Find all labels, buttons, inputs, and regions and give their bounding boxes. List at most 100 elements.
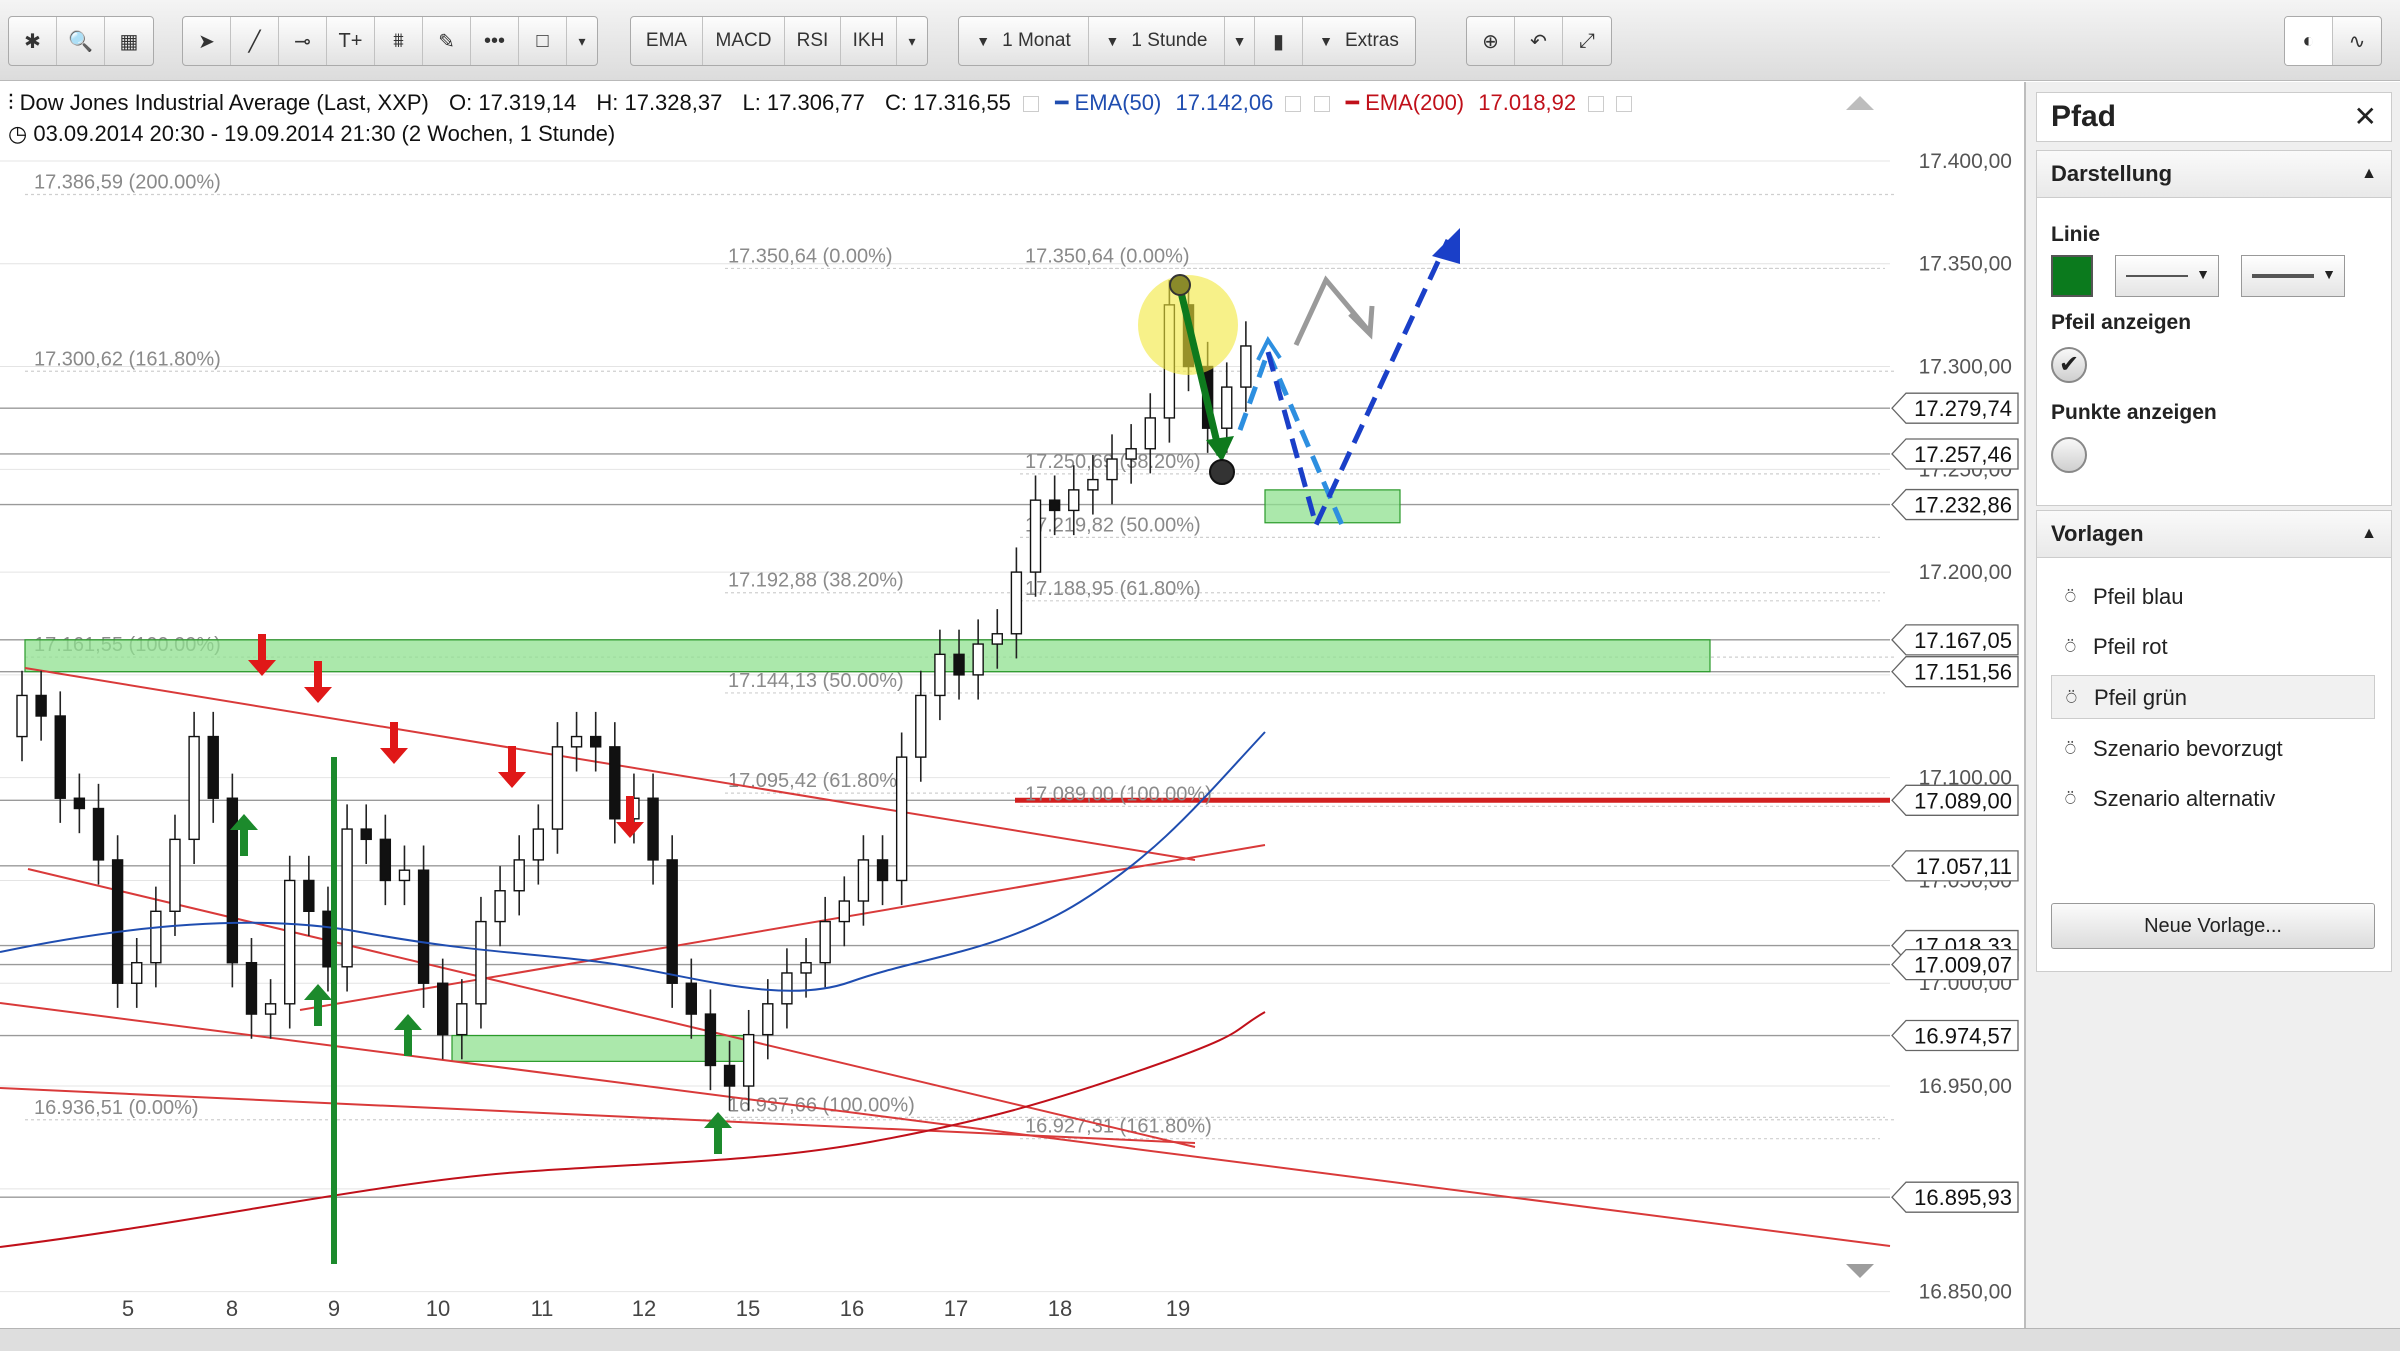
check-icon: ✔: [2058, 351, 2080, 378]
zoom-icon[interactable]: ⊕: [1467, 17, 1515, 65]
collapse-icon[interactable]: ▲: [2361, 151, 2377, 197]
macd-button[interactable]: MACD: [703, 17, 785, 65]
ema50-settings-icon[interactable]: [1285, 96, 1302, 113]
line-style-select[interactable]: ▼: [2115, 255, 2219, 297]
vorlage-pfeil-blau[interactable]: ⍥ Pfeil blau: [2051, 575, 2375, 619]
line-icon[interactable]: ╱: [231, 17, 279, 65]
interval-dropdown-icon[interactable]: ▼: [1225, 17, 1255, 65]
scenario-preferred-path: [1265, 238, 1451, 533]
candle-body: [819, 920, 831, 964]
candle-body: [1087, 478, 1099, 491]
path-point-end: [1209, 459, 1235, 485]
dotted-line-icon[interactable]: •••: [471, 17, 519, 65]
ema50-label: EMA(50): [1074, 90, 1162, 115]
fib-label: 17.300,62 (161.80%): [34, 348, 221, 370]
candle-body: [1106, 458, 1118, 481]
ohlc-open: O: 17.319,14: [449, 90, 577, 115]
pin-icon: ⍥: [2066, 688, 2077, 708]
candle-body: [360, 828, 372, 841]
settings-icon[interactable]: ✱: [9, 17, 57, 65]
x-tick-label: 11: [531, 1296, 554, 1321]
legend-settings-icon[interactable]: [1023, 96, 1040, 113]
candle-type-icon[interactable]: ▮: [1255, 17, 1303, 65]
price-tag-label: 17.232,86: [1914, 493, 2012, 518]
vorlage-szenario-bevorzugt[interactable]: ⍥ Szenario bevorzugt: [2051, 727, 2375, 771]
indicator-wave-icon[interactable]: ∿: [2333, 17, 2381, 65]
rsi-button[interactable]: RSI: [785, 17, 841, 65]
candle-body: [16, 694, 28, 738]
candle-body: [685, 982, 698, 1015]
ema200-swatch-icon: ━: [1345, 90, 1359, 115]
color-swatch[interactable]: [2051, 255, 2093, 297]
ema200-close-icon[interactable]: [1616, 96, 1633, 113]
ema-button[interactable]: EMA: [631, 17, 703, 65]
close-icon[interactable]: ✕: [2354, 93, 2377, 141]
chart-area[interactable]: 17.386,59 (200.00%) 17.300,62 (161.80%) 17…: [0, 82, 2020, 1328]
darstellung-header[interactable]: Darstellung ▲: [2037, 151, 2391, 198]
fibonacci-icon[interactable]: ⩩: [375, 17, 423, 65]
extras-select[interactable]: ▼ Extras: [1303, 17, 1415, 65]
vorlage-szenario-alternativ[interactable]: ⍥ Szenario alternativ: [2051, 777, 2375, 821]
cursor-icon[interactable]: ➤: [183, 17, 231, 65]
candle-body: [1048, 499, 1061, 512]
price-chart[interactable]: 17.386,59 (200.00%) 17.300,62 (161.80%) 17…: [0, 82, 2020, 1328]
date-range: ◷ 03.09.2014 20:30 - 19.09.2014 21:30 (2…: [8, 121, 616, 146]
candle-body: [723, 1064, 736, 1087]
neue-vorlage-button[interactable]: Neue Vorlage...: [2051, 903, 2375, 949]
vorlage-pfeil-gruen[interactable]: ⍥ Pfeil grün: [2051, 675, 2375, 719]
y-tick-label: 17.300,00: [1919, 356, 2012, 379]
text-icon[interactable]: T+: [327, 17, 375, 65]
candle-body: [647, 797, 659, 861]
chevron-down-icon: ▼: [976, 33, 991, 49]
indicators-dropdown-icon[interactable]: ▾: [897, 17, 927, 65]
candle-body: [838, 900, 850, 923]
candle-body: [551, 746, 564, 830]
more-tools-icon[interactable]: ▾: [567, 17, 597, 65]
candle-body: [609, 746, 621, 820]
candle-body: [1221, 386, 1233, 429]
toggle-panel-icon[interactable]: ◐: [2285, 17, 2333, 65]
fib-label: 17.144,13 (50.00%): [728, 670, 904, 692]
candle-body: [379, 838, 392, 882]
scroll-down-icon: [1846, 1264, 1874, 1278]
candle-body: [915, 694, 927, 758]
fullscreen-icon[interactable]: ⤢: [1563, 17, 1611, 65]
pin-icon: ⍥: [2065, 637, 2076, 657]
pencil-icon[interactable]: ✎: [423, 17, 471, 65]
candle-body: [131, 961, 143, 984]
toolbar-group-timeframe: ▼ 1 Monat ▼ 1 Stunde ▼ ▮ ▼ Extras: [958, 16, 1416, 66]
fib-label: 16.936,51 (0.00%): [34, 1097, 199, 1119]
vorlage-pfeil-rot[interactable]: ⍥ Pfeil rot: [2051, 625, 2375, 669]
candle-body: [226, 797, 239, 964]
green-up-arrow-icon: [704, 1112, 732, 1154]
scroll-up-icon: [1846, 96, 1874, 110]
hline-icon[interactable]: ⊸: [279, 17, 327, 65]
vorlagen-header[interactable]: Vorlagen ▲: [2037, 511, 2391, 558]
period-select[interactable]: ▼ 1 Monat: [959, 17, 1089, 65]
candle-body: [704, 1013, 717, 1067]
punkte-anzeigen-checkbox[interactable]: [2051, 437, 2087, 473]
clock-icon: ◷: [8, 121, 28, 146]
interval-select[interactable]: ▼ 1 Stunde: [1089, 17, 1225, 65]
candle-body: [800, 961, 812, 974]
rectangle-icon[interactable]: □: [519, 17, 567, 65]
candle-body: [475, 920, 487, 1005]
candle-body: [169, 838, 181, 912]
toolbar-group-drawing: ➤ ╱ ⊸ T+ ⩩ ✎ ••• □ ▾: [182, 16, 598, 66]
chevron-down-icon: ▼: [1319, 33, 1333, 49]
y-tick-label: 17.200,00: [1919, 561, 2012, 584]
grid-icon[interactable]: ▦: [105, 17, 153, 65]
ema50-value: 17.142,06: [1175, 90, 1274, 115]
collapse-icon[interactable]: ▲: [2361, 511, 2377, 557]
y-tick-label: 16.850,00: [1919, 1281, 2012, 1304]
green-arrowhead-icon: [1206, 436, 1234, 462]
ikh-button[interactable]: IKH: [841, 17, 897, 65]
search-icon[interactable]: 🔍: [57, 17, 105, 65]
line-width-select[interactable]: ▼: [2241, 255, 2345, 297]
undo-icon[interactable]: ↶: [1515, 17, 1563, 65]
pfeil-anzeigen-checkbox[interactable]: ✔: [2051, 347, 2087, 383]
candle-body: [666, 859, 678, 984]
ema50-close-icon[interactable]: [1313, 96, 1330, 113]
ema200-settings-icon[interactable]: [1588, 96, 1605, 113]
blue-arrowhead-icon: [1432, 228, 1460, 264]
